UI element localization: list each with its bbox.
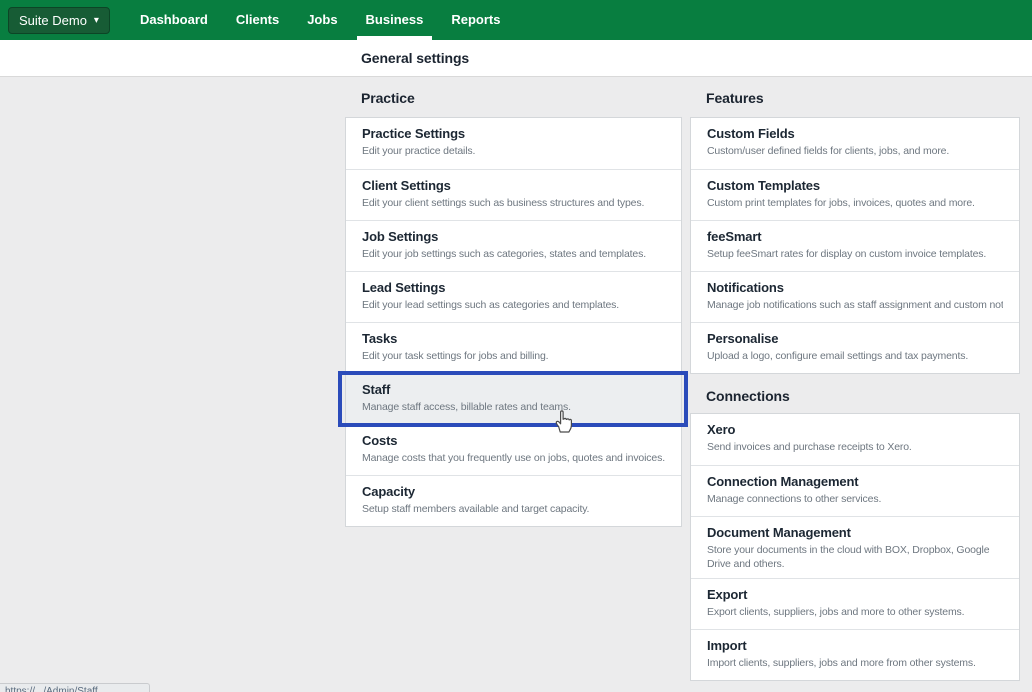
item-description: Edit your task settings for jobs and bil… (362, 349, 665, 363)
settings-item-custom-templates[interactable]: Custom Templates Custom print templates f… (691, 169, 1019, 220)
settings-item-connection-management[interactable]: Connection Management Manage connections … (691, 465, 1019, 516)
connections-panel: Xero Send invoices and purchase receipts … (690, 413, 1020, 681)
page-title: General settings (361, 50, 469, 66)
practice-panel: Practice Settings Edit your practice deta… (345, 117, 682, 527)
caret-down-icon: ▾ (94, 16, 99, 26)
settings-item-costs[interactable]: Costs Manage costs that you frequently us… (346, 424, 681, 475)
top-navigation: Suite Demo ▾ DashboardClientsJobsBusines… (0, 0, 1032, 40)
settings-item-document-management[interactable]: Document Management Store your documents … (691, 516, 1019, 578)
item-title: Xero (707, 422, 1003, 438)
app-window: Suite Demo ▾ DashboardClientsJobsBusines… (0, 0, 1032, 692)
settings-item-import[interactable]: Import Import clients, suppliers, jobs an… (691, 629, 1019, 680)
item-title: feeSmart (707, 229, 1003, 245)
settings-item-lead-settings[interactable]: Lead Settings Edit your lead settings suc… (346, 271, 681, 322)
item-description: Upload a logo, configure email settings … (707, 349, 1003, 363)
item-title: Tasks (362, 331, 665, 347)
item-description: Edit your job settings such as categorie… (362, 247, 665, 261)
item-title: Custom Templates (707, 178, 1003, 194)
item-description: Import clients, suppliers, jobs and more… (707, 656, 1003, 670)
item-description: Edit your lead settings such as categori… (362, 298, 665, 312)
settings-item-notifications[interactable]: Notifications Manage job notifications su… (691, 271, 1019, 322)
org-switcher-button[interactable]: Suite Demo ▾ (8, 7, 110, 34)
item-title: Costs (362, 433, 665, 449)
item-description: Manage staff access, billable rates and … (362, 400, 665, 414)
settings-item-practice-settings[interactable]: Practice Settings Edit your practice deta… (346, 118, 681, 169)
item-title: Custom Fields (707, 126, 1003, 142)
nav-tab-business[interactable]: Business (352, 0, 438, 40)
item-description: Setup feeSmart rates for display on cust… (707, 247, 1003, 261)
features-panel: Custom Fields Custom/user defined fields … (690, 117, 1020, 374)
status-url-text: https://.../Admin/Staff... (5, 686, 149, 692)
practice-column: Practice Practice Settings Edit your prac… (345, 88, 682, 527)
nav-tab-clients[interactable]: Clients (222, 0, 293, 40)
item-description: Manage costs that you frequently use on … (362, 451, 665, 465)
item-title: Import (707, 638, 1003, 654)
settings-item-custom-fields[interactable]: Custom Fields Custom/user defined fields … (691, 118, 1019, 169)
settings-item-capacity[interactable]: Capacity Setup staff members available an… (346, 475, 681, 526)
settings-item-feesmart[interactable]: feeSmart Setup feeSmart rates for display… (691, 220, 1019, 271)
item-description: Setup staff members available and target… (362, 502, 665, 516)
item-description: Edit your client settings such as busine… (362, 196, 665, 210)
browser-status-bar: https://.../Admin/Staff... (0, 683, 150, 692)
item-description: Export clients, suppliers, jobs and more… (707, 605, 1003, 619)
nav-tab-dashboard[interactable]: Dashboard (126, 0, 222, 40)
item-description: Manage job notifications such as staff a… (707, 298, 1003, 312)
item-title: Connection Management (707, 474, 1003, 490)
item-title: Capacity (362, 484, 665, 500)
item-description: Custom/user defined fields for clients, … (707, 144, 1003, 158)
item-description: Edit your practice details. (362, 144, 665, 158)
item-title: Notifications (707, 280, 1003, 296)
section-header-features: Features (690, 88, 1020, 108)
section-header-practice: Practice (345, 88, 682, 108)
nav-tabs: DashboardClientsJobsBusinessReports (126, 0, 515, 40)
item-description: Send invoices and purchase receipts to X… (707, 440, 1003, 454)
item-title: Export (707, 587, 1003, 603)
item-title: Lead Settings (362, 280, 665, 296)
settings-item-tasks[interactable]: Tasks Edit your task settings for jobs an… (346, 322, 681, 373)
section-header-connections: Connections (690, 386, 1020, 406)
page-header: General settings (0, 40, 1032, 77)
item-title: Personalise (707, 331, 1003, 347)
item-title: Client Settings (362, 178, 665, 194)
settings-item-xero[interactable]: Xero Send invoices and purchase receipts … (691, 414, 1019, 465)
item-title: Staff (362, 382, 665, 398)
item-description: Custom print templates for jobs, invoice… (707, 196, 1003, 210)
nav-tab-jobs[interactable]: Jobs (293, 0, 351, 40)
item-title: Practice Settings (362, 126, 665, 142)
settings-item-personalise[interactable]: Personalise Upload a logo, configure emai… (691, 322, 1019, 373)
item-title: Job Settings (362, 229, 665, 245)
item-description: Store your documents in the cloud with B… (707, 543, 1003, 571)
item-title: Document Management (707, 525, 1003, 541)
org-name: Suite Demo (19, 13, 87, 28)
features-column: Features Custom Fields Custom/user define… (690, 88, 1020, 681)
nav-tab-reports[interactable]: Reports (437, 0, 514, 40)
item-description: Manage connections to other services. (707, 492, 1003, 506)
settings-item-job-settings[interactable]: Job Settings Edit your job settings such … (346, 220, 681, 271)
settings-item-client-settings[interactable]: Client Settings Edit your client settings… (346, 169, 681, 220)
settings-item-export[interactable]: Export Export clients, suppliers, jobs an… (691, 578, 1019, 629)
settings-item-staff[interactable]: Staff Manage staff access, billable rates… (346, 373, 681, 424)
